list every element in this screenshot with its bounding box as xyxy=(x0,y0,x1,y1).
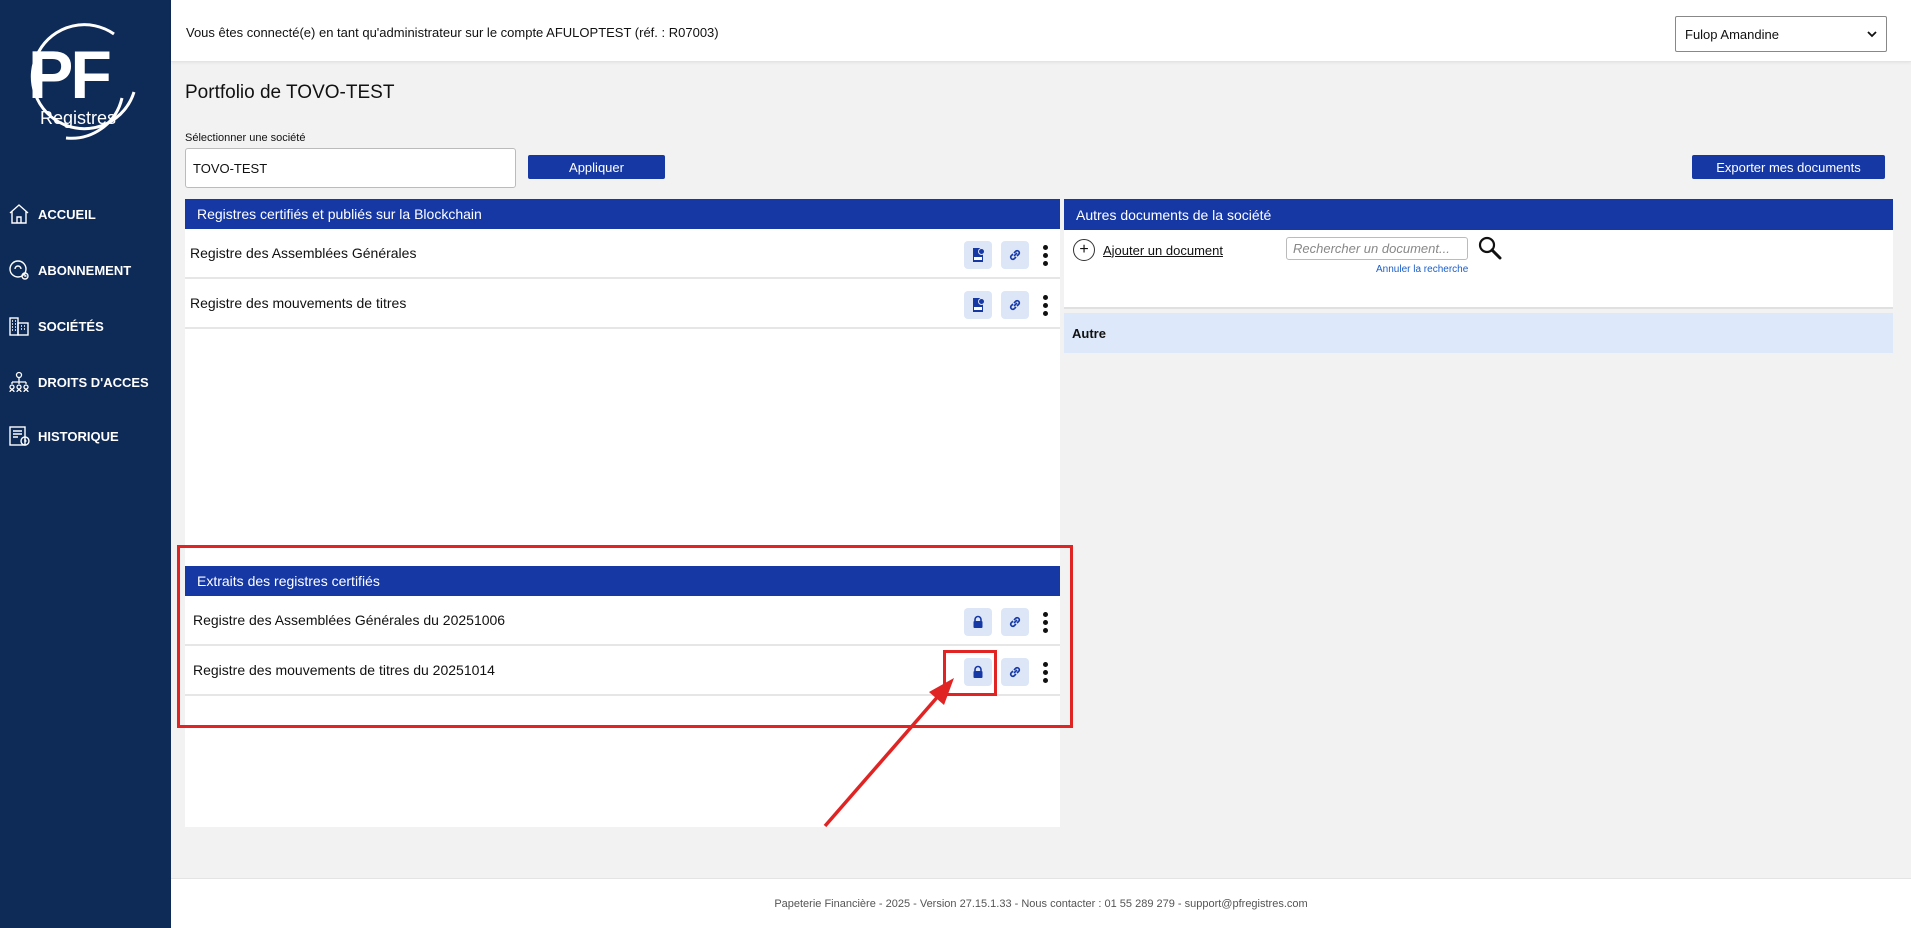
logo-subtitle: Registres xyxy=(40,108,116,128)
autres-toolbar: + Ajouter un document Rechercher un docu… xyxy=(1064,230,1893,309)
registres-panel: Registres certifiés et publiés sur la Bl… xyxy=(185,199,1060,827)
row-actions xyxy=(964,658,1060,686)
lock-icon xyxy=(973,665,983,678)
chevron-down-icon xyxy=(1867,31,1877,38)
pdf-file-icon xyxy=(973,298,985,312)
sidebar-item-label: HISTORIQUE xyxy=(38,428,119,444)
main-area: Vous êtes connecté(e) en tant qu'adminis… xyxy=(171,0,1911,928)
category-autre[interactable]: Autre xyxy=(1064,313,1893,353)
row-actions xyxy=(964,241,1060,269)
link-button[interactable] xyxy=(1001,658,1029,686)
pf-registres-logo[interactable]: PF Registres xyxy=(26,20,146,145)
lock-button[interactable] xyxy=(964,658,992,686)
extraits-header: Extraits des registres certifiés xyxy=(185,566,1060,596)
extraits-section: Extraits des registres certifiés Registr… xyxy=(185,566,1060,696)
buildings-icon xyxy=(6,313,32,339)
pdf-file-icon xyxy=(973,248,985,262)
sidebar-item-accueil[interactable]: ACCUEIL xyxy=(0,200,171,228)
user-select-value: Fulop Amandine xyxy=(1685,26,1779,42)
sidebar-item-label: ABONNEMENT xyxy=(38,262,132,278)
add-document-label: Ajouter un document xyxy=(1103,242,1223,258)
autres-documents-panel: Autres documents de la société + Ajouter… xyxy=(1064,199,1893,353)
home-icon xyxy=(6,201,32,227)
link-button[interactable] xyxy=(1001,241,1029,269)
access-rights-icon xyxy=(6,369,32,395)
user-select[interactable]: Fulop Amandine xyxy=(1675,16,1887,52)
pdf-button[interactable] xyxy=(964,241,992,269)
subscription-icon xyxy=(6,257,32,283)
table-row: Registre des mouvements de titres du 202… xyxy=(185,646,1060,696)
sidebar-item-droits-acces[interactable]: DROITS D'ACCES xyxy=(0,368,171,396)
link-button[interactable] xyxy=(1001,291,1029,319)
registre-name: Registre des Assemblées Générales xyxy=(190,245,417,261)
top-bar: Vous êtes connecté(e) en tant qu'adminis… xyxy=(171,0,1911,62)
sidebar-item-label: ACCUEIL xyxy=(38,206,96,222)
search-input[interactable]: Rechercher un document... xyxy=(1286,237,1468,260)
more-options-icon[interactable] xyxy=(1038,241,1052,269)
pdf-button[interactable] xyxy=(964,291,992,319)
sidebar-item-label: DROITS D'ACCES xyxy=(38,374,149,390)
link-icon xyxy=(1009,299,1021,311)
more-options-icon[interactable] xyxy=(1038,658,1052,686)
link-icon xyxy=(1009,249,1021,261)
sidebar-item-historique[interactable]: HISTORIQUE xyxy=(0,422,171,450)
row-actions xyxy=(964,608,1060,636)
extrait-name: Registre des Assemblées Générales du 202… xyxy=(193,612,506,628)
sidebar-item-label: SOCIÉTÉS xyxy=(38,318,104,334)
sidebar: PF Registres ACCUEIL ABONNEMENT SOCIÉTÉS xyxy=(0,0,171,928)
lock-icon xyxy=(973,615,983,628)
plus-circle-icon: + xyxy=(1073,239,1095,261)
connection-message: Vous êtes connecté(e) en tant qu'adminis… xyxy=(186,25,719,40)
extrait-name: Registre des mouvements de titres du 202… xyxy=(193,662,495,678)
table-row: Registre des Assemblées Générales xyxy=(185,229,1060,279)
sidebar-nav: ACCUEIL ABONNEMENT SOCIÉTÉS DROITS D'ACC… xyxy=(0,200,171,478)
lock-button[interactable] xyxy=(964,608,992,636)
sidebar-item-societes[interactable]: SOCIÉTÉS xyxy=(0,312,171,340)
registres-header: Registres certifiés et publiés sur la Bl… xyxy=(185,199,1060,229)
sidebar-item-abonnement[interactable]: ABONNEMENT xyxy=(0,256,171,284)
table-row: Registre des mouvements de titres xyxy=(185,279,1060,329)
add-document-button[interactable]: + Ajouter un document xyxy=(1073,239,1223,261)
company-select-label: Sélectionner une société xyxy=(185,132,306,144)
search-icon[interactable] xyxy=(1477,235,1503,261)
link-button[interactable] xyxy=(1001,608,1029,636)
cancel-search-link[interactable]: Annuler la recherche xyxy=(1376,264,1468,275)
link-icon xyxy=(1009,666,1021,678)
more-options-icon[interactable] xyxy=(1038,608,1052,636)
table-row: Registre des Assemblées Générales du 202… xyxy=(185,596,1060,646)
apply-button[interactable]: Appliquer xyxy=(528,155,665,179)
export-documents-button[interactable]: Exporter mes documents xyxy=(1692,155,1885,179)
page-title: Portfolio de TOVO-TEST xyxy=(185,82,395,103)
autres-header: Autres documents de la société xyxy=(1064,199,1893,230)
history-icon xyxy=(6,423,32,449)
link-icon xyxy=(1009,616,1021,628)
registre-name: Registre des mouvements de titres xyxy=(190,295,407,311)
more-options-icon[interactable] xyxy=(1038,291,1052,319)
row-actions xyxy=(964,291,1060,319)
footer: Papeterie Financière - 2025 - Version 27… xyxy=(171,878,1911,928)
logo-letters: PF xyxy=(28,37,110,113)
company-input[interactable]: TOVO-TEST xyxy=(185,148,516,188)
